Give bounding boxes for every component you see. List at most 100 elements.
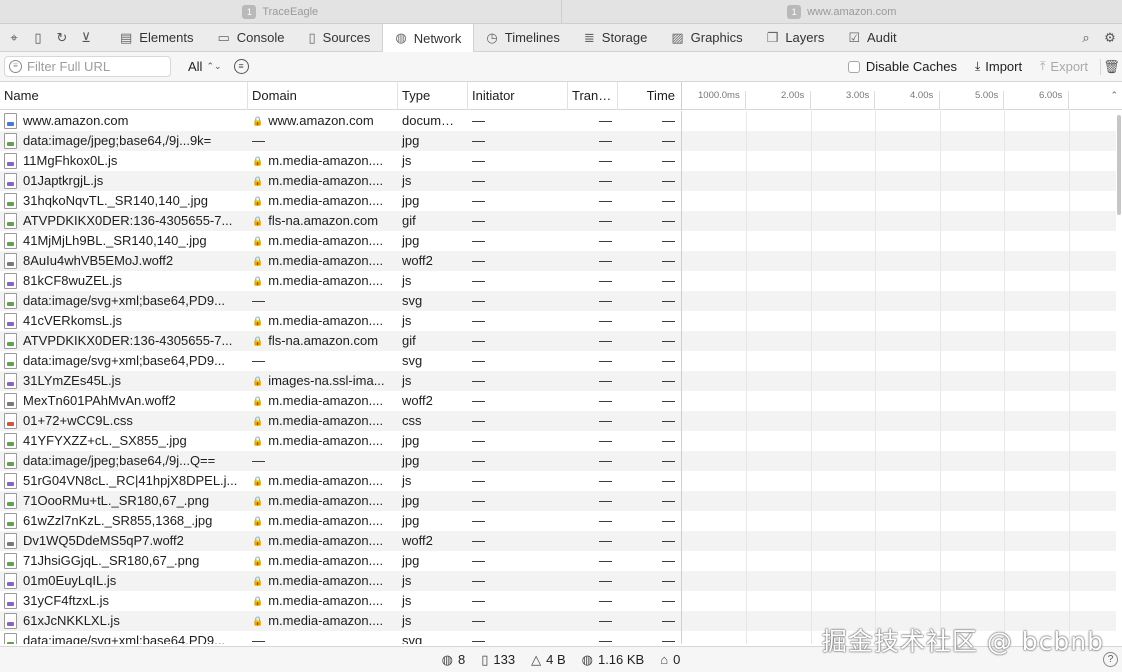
table-row[interactable]: 81kCF8wuZEL.js 🔒 m.media-amazon.... js — — — [0,271,1116,291]
request-name: ATVPDKIKX0DER:136-4305655-7... [23,213,233,228]
request-transfer: — [599,293,612,308]
request-domain-cell: 🔒 m.media-amazon.... [248,231,398,251]
table-row[interactable]: ATVPDKIKX0DER:136-4305655-7... 🔒 fls-na.am… [0,331,1116,351]
lock-icon: 🔒 [252,156,264,166]
column-header-initiator[interactable]: Initiator [468,81,568,110]
table-row[interactable]: 41YFYXZZ+cL._SX855_.jpg 🔒 m.media-amazon..… [0,431,1116,451]
column-header-time[interactable]: Time [618,81,682,110]
tab-label: Timelines [504,30,560,45]
window-tab-traceeagle[interactable]: 1 TraceEagle [0,0,561,23]
import-button[interactable]: ⤓ Import [975,59,1022,74]
tab-graphics[interactable]: ▨ Graphics [659,24,754,52]
table-row[interactable]: 8AuIu4whVB5EMoJ.woff2 🔒 m.media-amazon....… [0,251,1116,271]
disable-caches-checkbox[interactable] [847,60,860,73]
vertical-scrollbar[interactable] [1116,111,1122,644]
request-domain-cell: — [248,291,398,311]
globe-icon: ◍ [441,651,454,667]
sort-ascending-icon[interactable]: ⌃ [1110,82,1118,108]
tab-console[interactable]: ▭ Console [206,24,297,52]
tab-layers[interactable]: ❐ Layers [755,24,837,52]
reload-icon[interactable]: ↻ [50,24,74,52]
table-row[interactable]: data:image/jpeg;base64,/9j...Q== — jpg — — — [0,451,1116,471]
column-header-type[interactable]: Type [398,81,468,110]
download-icon[interactable]: ⊻ [74,24,98,52]
table-row[interactable]: 51rG04VN8cL._RC|41hpjX8DPEL.j... 🔒 m.media… [0,471,1116,491]
clear-log-icon[interactable]: 🗑 [1100,58,1122,75]
tab-label: Graphics [690,30,743,45]
table-row[interactable]: 31hqkoNqvTL._SR140,140_.jpg 🔒 m.media-amaz… [0,191,1116,211]
table-row[interactable]: data:image/jpeg;base64,/9j...9k= — jpg — — — [0,131,1116,151]
request-type: jpg [402,493,420,508]
table-row[interactable]: 31yCF4ftzxL.js 🔒 m.media-amazon.... js — — — [0,591,1116,611]
table-row[interactable]: MexTn601PAhMvAn.woff2 🔒 m.media-amazon....… [0,391,1116,411]
table-row[interactable]: 71JhsiGGjqL._SR180,67_.png 🔒 m.media-amazo… [0,551,1116,571]
crosshair-icon[interactable]: ⌖ [2,24,26,52]
table-row[interactable]: 41cVERkomsL.js 🔒 m.media-amazon.... js — — — [0,311,1116,331]
column-header-name[interactable]: Name [0,81,248,110]
table-row[interactable]: 71OooRMu+tL._SR180,67_.png 🔒 m.media-amazo… [0,491,1116,511]
group-filter-icon[interactable]: ≡ [233,59,249,74]
url-filter-input[interactable] [27,59,167,74]
network-filter-bar: ≡ All ⌃⌄ ≡ Disable Caches ⤓ Import ⤒ Exp… [0,52,1122,82]
request-initiator: — [472,213,485,228]
request-name: 41cVERkomsL.js [23,313,122,328]
img-file-icon [4,133,17,149]
request-name-cell: 81kCF8wuZEL.js [0,271,248,291]
request-time: — [618,131,682,151]
table-row[interactable]: 61wZzl7nKzL._SR855,1368_.jpg 🔒 m.media-ama… [0,511,1116,531]
domains-value: 8 [458,652,466,667]
request-name-cell: 41cVERkomsL.js [0,311,248,331]
window-tab-amazon[interactable]: 1 www.amazon.com [560,0,1122,23]
request-type: css [402,413,422,428]
table-row[interactable]: 11MgFhkox0L.js 🔒 m.media-amazon.... js — — — [0,151,1116,171]
timeline-tick-line [810,90,811,110]
tab-audit[interactable]: ☑ Audit [836,24,908,52]
tab-storage[interactable]: ≣ Storage [572,24,659,52]
request-domain-cell: 🔒 m.media-amazon.... [248,151,398,171]
doc-file-icon [4,113,17,129]
tab-timelines[interactable]: ◷ Timelines [474,24,572,52]
request-name: 11MgFhkox0L.js [23,153,118,168]
device-icon[interactable]: ▯ [26,24,50,52]
table-row[interactable]: 41MjMjLh9BL._SR140,140_.jpg 🔒 m.media-amaz… [0,231,1116,251]
help-icon[interactable]: ? [1103,652,1118,667]
table-row[interactable]: Dv1WQ5DdeMS5qP7.woff2 🔒 m.media-amazon....… [0,531,1116,551]
request-name: 81kCF8wuZEL.js [23,273,122,288]
request-name-cell: www.amazon.com [0,111,248,131]
scrollbar-thumb[interactable] [1117,115,1121,215]
request-domain: m.media-amazon.... [268,433,384,448]
load-time: ⌂ 0 [660,652,680,667]
size-value: 1.16 KB [597,652,645,667]
js-file-icon [4,313,17,329]
request-time: — [618,431,682,451]
url-filter-field[interactable]: ≡ [4,56,171,77]
tab-elements[interactable]: ▤ Elements [108,24,206,52]
request-type: svg [402,633,423,644]
table-row[interactable]: data:image/svg+xml;base64,PD9... — svg — — — [0,351,1116,371]
disable-caches-toggle[interactable]: Disable Caches [847,59,957,74]
table-row[interactable]: 01+72+wCC9L.css 🔒 m.media-amazon.... css — — — [0,411,1116,431]
waterfall-header[interactable]: 1000.0ms 2.00s 3.00s 4.00s 5.00s 6.00s ⌃ [682,82,1122,110]
export-button[interactable]: ⤒ Export [1040,59,1088,74]
gear-icon[interactable]: ⚙ [1098,24,1122,52]
column-header-transfer[interactable]: Tran… [568,81,618,110]
table-row[interactable]: data:image/svg+xml;base64,PD9... — svg — — — [0,291,1116,311]
table-row[interactable]: ATVPDKIKX0DER:136-4305655-7... 🔒 fls-na.am… [0,211,1116,231]
table-row[interactable]: 31LYmZEs45L.js 🔒 images-na.ssl-ima... js — — — [0,371,1116,391]
request-time: — [618,351,682,371]
timeline-tick: 2.00s [781,89,805,101]
request-domain: www.amazon.com [268,113,374,128]
table-row[interactable]: 01JaptkrgjL.js 🔒 m.media-amazon.... js — — — [0,171,1116,191]
type-filter-select[interactable]: All ⌃⌄ [188,59,222,74]
table-row[interactable]: 01m0EuyLqIL.js 🔒 m.media-amazon.... js — — — [0,571,1116,591]
request-transfer: — [599,433,612,448]
search-icon[interactable]: ⌕ [1074,24,1098,52]
request-transfer: — [599,613,612,628]
tab-network[interactable]: ◍ Network [382,23,475,53]
tab-sources[interactable]: ▯ Sources [297,24,383,52]
css-file-icon [4,413,17,429]
table-row[interactable]: www.amazon.com 🔒 www.amazon.com docum… — — — [0,111,1116,131]
request-time: — [618,391,682,411]
request-waterfall [682,411,1116,431]
column-header-domain[interactable]: Domain [248,81,398,110]
